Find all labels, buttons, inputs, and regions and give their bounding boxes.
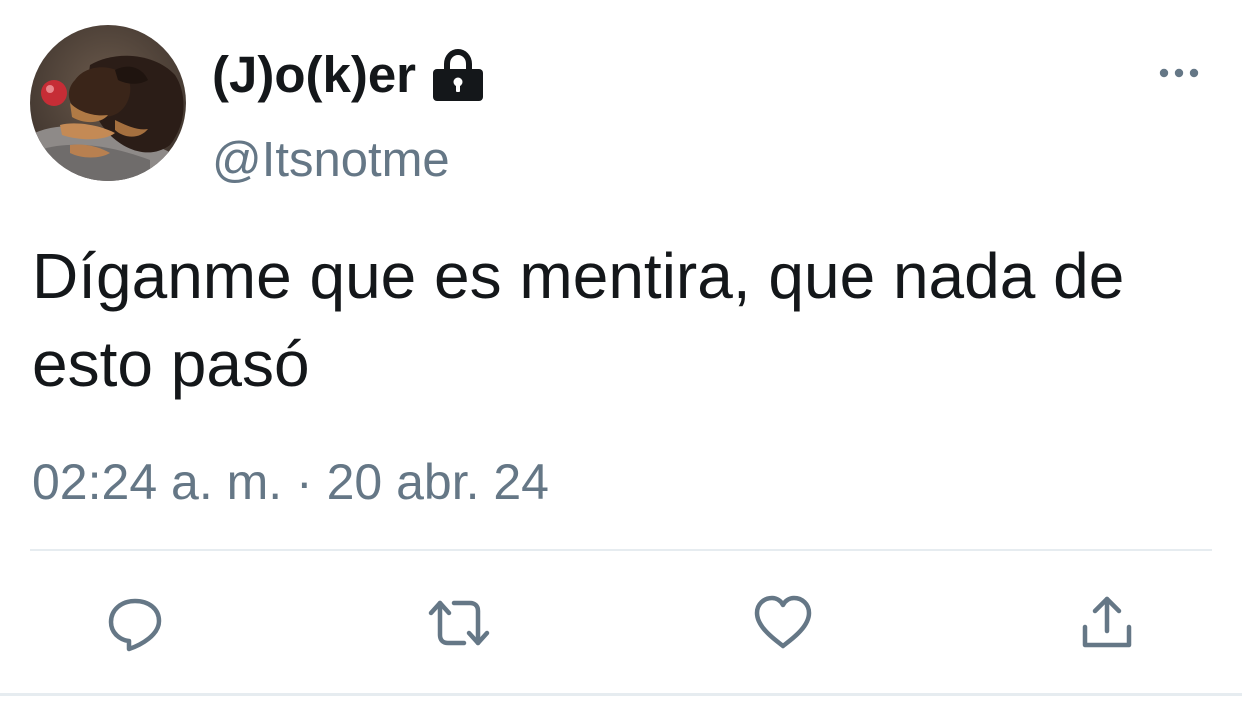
retweet-icon — [428, 600, 490, 646]
avatar-image — [30, 25, 186, 181]
lock-icon — [430, 47, 486, 103]
share-icon — [1082, 596, 1132, 648]
share-button[interactable] — [1074, 590, 1140, 656]
display-name-row: (J)o(k)er — [212, 45, 486, 105]
avatar[interactable] — [30, 25, 186, 181]
tweet-text: Díganme que es mentira, que nada de esto… — [32, 240, 1125, 400]
reply-button[interactable] — [102, 590, 168, 656]
like-button[interactable] — [750, 590, 816, 656]
divider — [30, 549, 1212, 551]
tweet-card: (J)o(k)er @Itsnotme Díganme que es menti… — [0, 0, 1242, 714]
bottom-divider — [0, 693, 1242, 696]
display-name[interactable]: (J)o(k)er — [212, 45, 416, 105]
heart-icon — [754, 595, 812, 649]
reply-icon — [108, 598, 162, 652]
retweet-button[interactable] — [426, 590, 492, 656]
more-button[interactable] — [1156, 58, 1202, 88]
tweet-timestamp[interactable]: 02:24 a. m. · 20 abr. 24 — [32, 450, 549, 514]
user-handle[interactable]: @Itsnotme — [212, 130, 450, 190]
more-icon — [1159, 68, 1199, 78]
